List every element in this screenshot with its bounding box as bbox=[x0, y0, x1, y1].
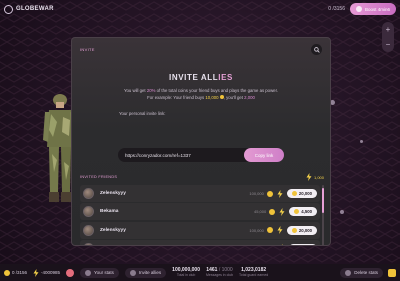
messages-stat: 1461 / 1000 Messages in club bbox=[205, 267, 234, 278]
top-bar: GLOBEWAR 0 /3156 Boost 4min6 bbox=[0, 0, 400, 18]
trash-icon bbox=[345, 269, 352, 276]
avatar bbox=[83, 206, 94, 218]
example-get-amount: 2,000 bbox=[244, 95, 255, 100]
guard-earned-stat: 1,023,0182 Total guard earned bbox=[239, 267, 269, 278]
invite-link-label: Your personal invite link: bbox=[119, 111, 166, 116]
modal-description: You will get 20% of the total coins your… bbox=[72, 87, 330, 101]
search-icon bbox=[313, 46, 320, 53]
energy-value: 0 /3156 bbox=[12, 270, 28, 275]
energy-stat: 0 /3156 bbox=[4, 269, 28, 276]
avatar bbox=[83, 224, 94, 236]
friend-bonus-value: 4,500 bbox=[301, 209, 312, 215]
zoom-control: + − bbox=[382, 22, 394, 52]
your-stats-button[interactable]: Your stats bbox=[80, 267, 119, 278]
title-accent: IES bbox=[218, 73, 233, 82]
desc-text: , you'll get bbox=[223, 95, 245, 100]
power-stat: -4000985 bbox=[33, 268, 61, 277]
invite-link-value: https://conryzador.com/ref=1337 bbox=[125, 152, 191, 158]
friend-coins: 45,000 bbox=[254, 209, 267, 215]
friend-row[interactable]: Zelenskyyy 100,000 20,000 bbox=[80, 221, 320, 239]
your-stats-label: Your stats bbox=[94, 270, 114, 275]
invite-link-field[interactable]: https://conryzador.com/ref=1337 Copy lin… bbox=[118, 148, 284, 162]
globe-icon bbox=[4, 4, 13, 14]
logo-text: GLOBEWAR bbox=[16, 6, 54, 12]
friend-bonus-value: 20,000 bbox=[298, 227, 312, 233]
modal-tag: INVITE bbox=[80, 47, 95, 52]
friend-row[interactable]: Bekama45,0004,500 bbox=[80, 239, 320, 246]
friend-row[interactable]: Bekama 45,000 4,500 bbox=[80, 203, 320, 221]
avatar bbox=[83, 188, 94, 199]
messages-label: Messages in club bbox=[205, 272, 234, 277]
friend-row[interactable]: Zelenskyyy 100,000 20,000 bbox=[80, 185, 320, 202]
coin-icon bbox=[291, 227, 297, 233]
copy-link-button[interactable]: Copy link bbox=[244, 148, 284, 162]
player-badge-icon bbox=[66, 268, 75, 277]
coin-icon bbox=[266, 227, 273, 234]
lightning-icon bbox=[33, 268, 39, 277]
energy-balance: 0 /3156 bbox=[328, 6, 345, 12]
friend-name: Bekama bbox=[100, 209, 119, 215]
zoom-in-button[interactable]: + bbox=[386, 25, 391, 34]
lightning-icon bbox=[276, 189, 284, 198]
friend-bonus: 4,500 bbox=[289, 243, 317, 245]
avatar-icon bbox=[355, 6, 362, 12]
bottom-bar: 0 /3156 -4000985 Your stats Invite allie… bbox=[0, 264, 400, 281]
lightning-icon bbox=[276, 226, 284, 235]
delete-stats-button[interactable]: Delete stats bbox=[340, 267, 383, 278]
coin-icon bbox=[4, 269, 10, 276]
avatar bbox=[83, 242, 94, 245]
power-value: -4000985 bbox=[41, 270, 61, 275]
desc-text: For example: Your friend buys bbox=[147, 95, 206, 100]
lightning-icon bbox=[306, 173, 312, 181]
boost-button[interactable]: Boost 4min6 bbox=[349, 3, 396, 15]
zoom-out-button[interactable]: − bbox=[386, 40, 391, 49]
modal-title: INVITE ALLIES bbox=[72, 73, 330, 82]
friend-coins: 100,000 bbox=[249, 227, 264, 233]
users-icon bbox=[129, 269, 136, 276]
guard-earned-label: Total guard earned bbox=[239, 272, 269, 277]
lightning-icon bbox=[278, 244, 286, 245]
menu-icon[interactable] bbox=[388, 268, 396, 277]
scrollbar-thumb[interactable] bbox=[322, 188, 324, 213]
friend-name: Zelenskyyy bbox=[100, 191, 126, 196]
search-button[interactable] bbox=[311, 44, 322, 55]
friends-total-value: 1,000 bbox=[313, 174, 324, 180]
coin-icon bbox=[269, 208, 276, 215]
delete-stats-label: Delete stats bbox=[354, 270, 378, 275]
coin-icon bbox=[269, 245, 275, 246]
lightning-icon bbox=[278, 207, 286, 216]
friend-name: Zelenskyyy bbox=[100, 227, 126, 233]
coin-icon bbox=[291, 191, 297, 196]
friends-label: INVITED FRIENDS bbox=[80, 175, 118, 179]
friends-total: 1,000 bbox=[306, 173, 324, 181]
desc-text: You will get bbox=[124, 88, 147, 93]
invite-allies-modal: INVITE INVITE ALLIES You will get 20% of… bbox=[71, 37, 331, 246]
coin-icon bbox=[266, 190, 273, 197]
boost-label: Boost 4min6 bbox=[364, 6, 390, 12]
friend-bonus: 20,000 bbox=[286, 225, 317, 235]
friend-bonus-value: 20,000 bbox=[298, 191, 312, 196]
total-in-club-label: Total in club bbox=[176, 272, 196, 277]
stats-icon bbox=[85, 269, 92, 276]
coin-icon bbox=[294, 209, 300, 215]
total-in-club-stat: 100,000,000 Total in club bbox=[172, 267, 200, 278]
friends-header: INVITED FRIENDS 1,000 bbox=[80, 173, 324, 181]
friend-bonus: 4,500 bbox=[289, 207, 317, 217]
invite-allies-button[interactable]: Invite allies bbox=[124, 267, 167, 278]
invite-allies-label: Invite allies bbox=[138, 270, 162, 275]
app-logo: GLOBEWAR bbox=[4, 4, 54, 14]
friend-coins: 100,000 bbox=[249, 191, 264, 196]
example-buy-amount: 10,000 bbox=[205, 95, 219, 100]
desc-text: of the total coins your friend buys and … bbox=[155, 88, 278, 93]
title-main: INVITE ALL bbox=[169, 73, 219, 82]
friends-list: Zelenskyyy 100,000 20,000 Bekama 45,000 4,500… bbox=[80, 185, 320, 246]
friend-bonus: 20,000 bbox=[286, 189, 317, 198]
